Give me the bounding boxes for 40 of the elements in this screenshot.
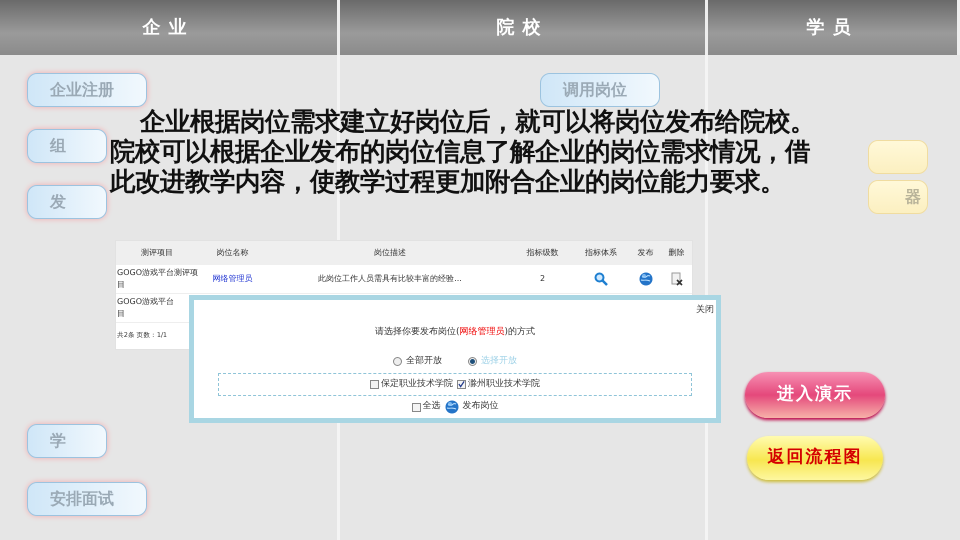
radio-label[interactable]: 全部开放 bbox=[406, 355, 442, 368]
flow-step-button[interactable]: 器 bbox=[868, 180, 928, 214]
publish-link[interactable]: 发布岗位 bbox=[444, 400, 498, 414]
table-cell: GOGO游戏平台测评项 目 bbox=[117, 268, 198, 289]
delete-document-icon[interactable] bbox=[670, 272, 684, 286]
action-button[interactable]: 进入演示 bbox=[745, 372, 885, 418]
checkbox[interactable] bbox=[457, 380, 466, 389]
checkmark-icon bbox=[458, 380, 465, 388]
column-header: 指标级数 bbox=[513, 241, 572, 265]
flow-step-button[interactable]: 安排面试 bbox=[27, 482, 147, 516]
column-header: 岗位描述 bbox=[266, 241, 514, 265]
checkbox-label[interactable]: 保定职业技术学院 bbox=[381, 378, 453, 391]
checkbox[interactable] bbox=[412, 402, 420, 412]
checkbox[interactable] bbox=[370, 380, 379, 389]
position-link[interactable]: 网络管理员 bbox=[212, 274, 252, 283]
column-header: 指标体系 bbox=[572, 241, 630, 265]
flow-step-button[interactable]: 组 bbox=[27, 129, 107, 163]
checkbox-label[interactable]: 全选 bbox=[422, 400, 440, 414]
magnifier-icon[interactable] bbox=[594, 272, 608, 286]
flow-step-button[interactable]: 学 bbox=[27, 424, 107, 458]
globe-icon[interactable] bbox=[638, 272, 653, 286]
column-header: 测评项目 bbox=[116, 241, 198, 265]
checkbox-label[interactable]: 滁州职业技术学院 bbox=[468, 378, 540, 391]
column-header: 岗位名称 bbox=[198, 241, 267, 265]
description-text: 企业根据岗位需求建立好岗位后，就可以将岗位发布给院校。 院校可以根据企业发布的岗位信息了解企业的岗位需求情况，借此改进教学内容，使教学过程更加附合企业的岗位能力要求。 bbox=[110, 107, 816, 197]
radio-button[interactable] bbox=[393, 357, 402, 366]
flow-step-button[interactable]: 发 bbox=[27, 185, 107, 219]
column-header: 发布 bbox=[630, 241, 662, 265]
table-cell: GOGO游戏平台 目 bbox=[117, 297, 174, 318]
flow-step-button[interactable]: 调用岗位 bbox=[540, 73, 660, 107]
prompt-text: 请选择你要发布岗位(网络管理员)的方式 bbox=[374, 326, 536, 338]
flow-step-button[interactable]: 企业注册 bbox=[27, 73, 147, 107]
table-cell: 此岗位工作人员需具有比较丰富的经验... bbox=[318, 274, 462, 283]
radio-label[interactable]: 选择开放 bbox=[481, 355, 517, 368]
action-button[interactable]: 返回流程图 bbox=[747, 436, 883, 480]
close-link[interactable]: 关闭 bbox=[696, 304, 714, 318]
radio-button[interactable] bbox=[468, 357, 477, 366]
table-cell: 2 bbox=[540, 274, 546, 283]
column-header: 删除 bbox=[661, 241, 692, 265]
globe-icon[interactable] bbox=[444, 400, 458, 414]
